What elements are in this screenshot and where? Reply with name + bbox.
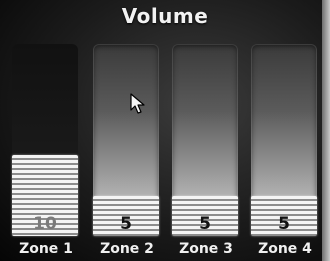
zone-4-label: Zone 4 [258,241,312,257]
zone-4-control[interactable]: 5 Zone 4 [249,44,321,257]
zone-2-level-value: 5 [120,214,132,234]
zone-3-level-value: 5 [199,214,211,234]
page-title: Volume [121,4,209,28]
zone-1-control[interactable]: 10 Zone 1 [10,44,82,257]
mouse-pointer-icon [130,93,145,114]
zone-3-label: Zone 3 [179,241,233,257]
zone-3-control[interactable]: 5 Zone 3 [170,44,242,257]
zone-2-label: Zone 2 [100,241,154,257]
zone-2-control[interactable]: 5 Zone 2 [91,44,163,257]
zone-1-label: Zone 1 [19,241,73,257]
bezel-edge [322,0,330,261]
zone-4-level-value: 5 [278,214,290,234]
zone-1-level-value: 10 [33,214,57,234]
volume-panel: Volume 10 Zone 1 5 Zone 2 5 Zone 3 5 Zon… [0,0,330,261]
